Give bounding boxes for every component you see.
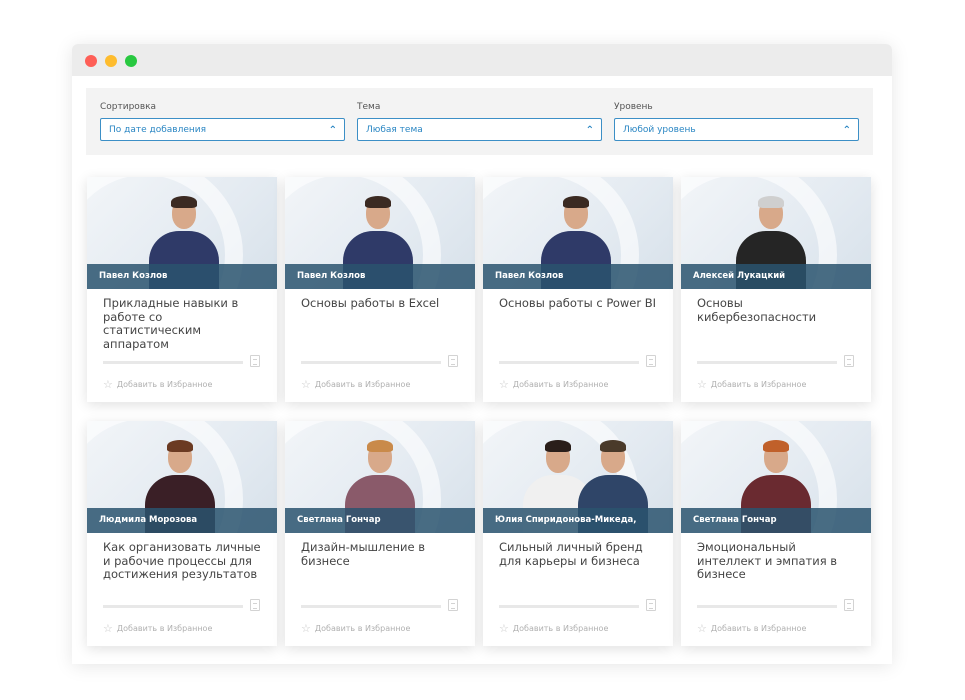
browser-window: Сортировка По дате добавления ⌃ Тема Люб…: [72, 44, 892, 664]
instructor-name: Светлана Гончар: [285, 508, 475, 533]
document-icon: [646, 599, 656, 611]
add-favorite-button[interactable]: ☆ Добавить в Избранное: [697, 623, 806, 635]
chevron-up-icon: ⌃: [328, 125, 337, 136]
chevron-up-icon: ⌃: [842, 125, 851, 136]
course-title[interactable]: Как организовать личные и рабочие процес…: [103, 540, 263, 582]
instructor-name: Павел Козлов: [483, 264, 673, 289]
star-icon: ☆: [103, 622, 113, 635]
instructor-name: Павел Козлов: [285, 264, 475, 289]
level-select[interactable]: Любой уровень ⌃: [614, 118, 859, 141]
add-favorite-button[interactable]: ☆ Добавить в Избранное: [103, 379, 212, 391]
course-title[interactable]: Эмоциональный интеллект и эмпатия в бизн…: [697, 540, 857, 582]
sort-label: Сортировка: [100, 102, 157, 112]
topic-filter: Тема Любая тема ⌃: [357, 100, 602, 141]
star-icon: ☆: [301, 378, 311, 391]
progress-bar: [301, 605, 441, 608]
star-icon: ☆: [499, 622, 509, 635]
document-icon: [448, 599, 458, 611]
instructor-name: Светлана Гончар: [681, 508, 871, 533]
progress-bar: [499, 361, 639, 364]
topic-select-value: Любая тема: [366, 125, 423, 135]
document-icon: [646, 355, 656, 367]
add-favorite-label: Добавить в Избранное: [314, 380, 411, 389]
progress-bar: [499, 605, 639, 608]
minimize-window-button[interactable]: [105, 55, 117, 67]
sort-select[interactable]: По дате добавления ⌃: [100, 118, 345, 141]
course-title[interactable]: Основы кибербезопасности: [697, 296, 857, 324]
document-icon: [250, 599, 260, 611]
star-icon: ☆: [697, 622, 707, 635]
document-icon: [448, 355, 458, 367]
course-card[interactable]: Павел Козлов Основы работы в Excel ☆ Доба…: [285, 177, 475, 402]
level-label: Уровень: [614, 102, 653, 112]
course-card[interactable]: Алексей Лукацкий Основы кибербезопасност…: [681, 177, 871, 402]
instructor-name: Юлия Спиридонова-Микеда,: [483, 508, 673, 533]
add-favorite-button[interactable]: ☆ Добавить в Избранное: [499, 379, 608, 391]
topic-select[interactable]: Любая тема ⌃: [357, 118, 602, 141]
star-icon: ☆: [499, 378, 509, 391]
level-filter: Уровень Любой уровень ⌃: [614, 100, 859, 141]
course-card[interactable]: Юлия Спиридонова-Микеда, Сильный личный …: [483, 421, 673, 646]
star-icon: ☆: [103, 378, 113, 391]
instructor-name: Людмила Морозова: [87, 508, 277, 533]
filters-panel: Сортировка По дате добавления ⌃ Тема Люб…: [86, 88, 873, 155]
course-card[interactable]: Павел Козлов Прикладные навыки в работе …: [87, 177, 277, 402]
maximize-window-button[interactable]: [125, 55, 137, 67]
course-title[interactable]: Прикладные навыки в работе со статистиче…: [103, 296, 263, 351]
course-card[interactable]: Людмила Морозова Как организовать личные…: [87, 421, 277, 646]
document-icon: [844, 355, 854, 367]
chevron-up-icon: ⌃: [585, 125, 594, 136]
close-window-button[interactable]: [85, 55, 97, 67]
course-title[interactable]: Сильный личный бренд для карьеры и бизне…: [499, 540, 659, 568]
progress-bar: [301, 361, 441, 364]
course-title[interactable]: Дизайн-мышление в бизнесе: [301, 540, 461, 568]
course-card[interactable]: Светлана Гончар Эмоциональный интеллект …: [681, 421, 871, 646]
add-favorite-label: Добавить в Избранное: [116, 624, 213, 633]
course-title[interactable]: Основы работы в Excel: [301, 296, 461, 311]
add-favorite-label: Добавить в Избранное: [710, 380, 807, 389]
topic-label: Тема: [357, 102, 381, 112]
instructor-name: Павел Козлов: [87, 264, 277, 289]
star-icon: ☆: [697, 378, 707, 391]
sort-select-value: По дате добавления: [109, 125, 207, 135]
progress-bar: [103, 361, 243, 364]
progress-bar: [697, 361, 837, 364]
instructor-name: Алексей Лукацкий: [681, 264, 871, 289]
level-select-value: Любой уровень: [623, 125, 696, 135]
add-favorite-label: Добавить в Избранное: [710, 624, 807, 633]
course-card[interactable]: Светлана Гончар Дизайн-мышление в бизнес…: [285, 421, 475, 646]
progress-bar: [697, 605, 837, 608]
add-favorite-button[interactable]: ☆ Добавить в Избранное: [103, 623, 212, 635]
add-favorite-label: Добавить в Избранное: [512, 380, 609, 389]
star-icon: ☆: [301, 622, 311, 635]
window-titlebar: [72, 44, 892, 76]
add-favorite-button[interactable]: ☆ Добавить в Избранное: [301, 623, 410, 635]
add-favorite-label: Добавить в Избранное: [314, 624, 411, 633]
add-favorite-button[interactable]: ☆ Добавить в Избранное: [499, 623, 608, 635]
add-favorite-label: Добавить в Избранное: [512, 624, 609, 633]
add-favorite-button[interactable]: ☆ Добавить в Избранное: [301, 379, 410, 391]
add-favorite-button[interactable]: ☆ Добавить в Избранное: [697, 379, 806, 391]
course-card[interactable]: Павел Козлов Основы работы с Power BI ☆ Д…: [483, 177, 673, 402]
document-icon: [250, 355, 260, 367]
sort-filter: Сортировка По дате добавления ⌃: [100, 100, 345, 141]
add-favorite-label: Добавить в Избранное: [116, 380, 213, 389]
course-title[interactable]: Основы работы с Power BI: [499, 296, 659, 311]
document-icon: [844, 599, 854, 611]
progress-bar: [103, 605, 243, 608]
